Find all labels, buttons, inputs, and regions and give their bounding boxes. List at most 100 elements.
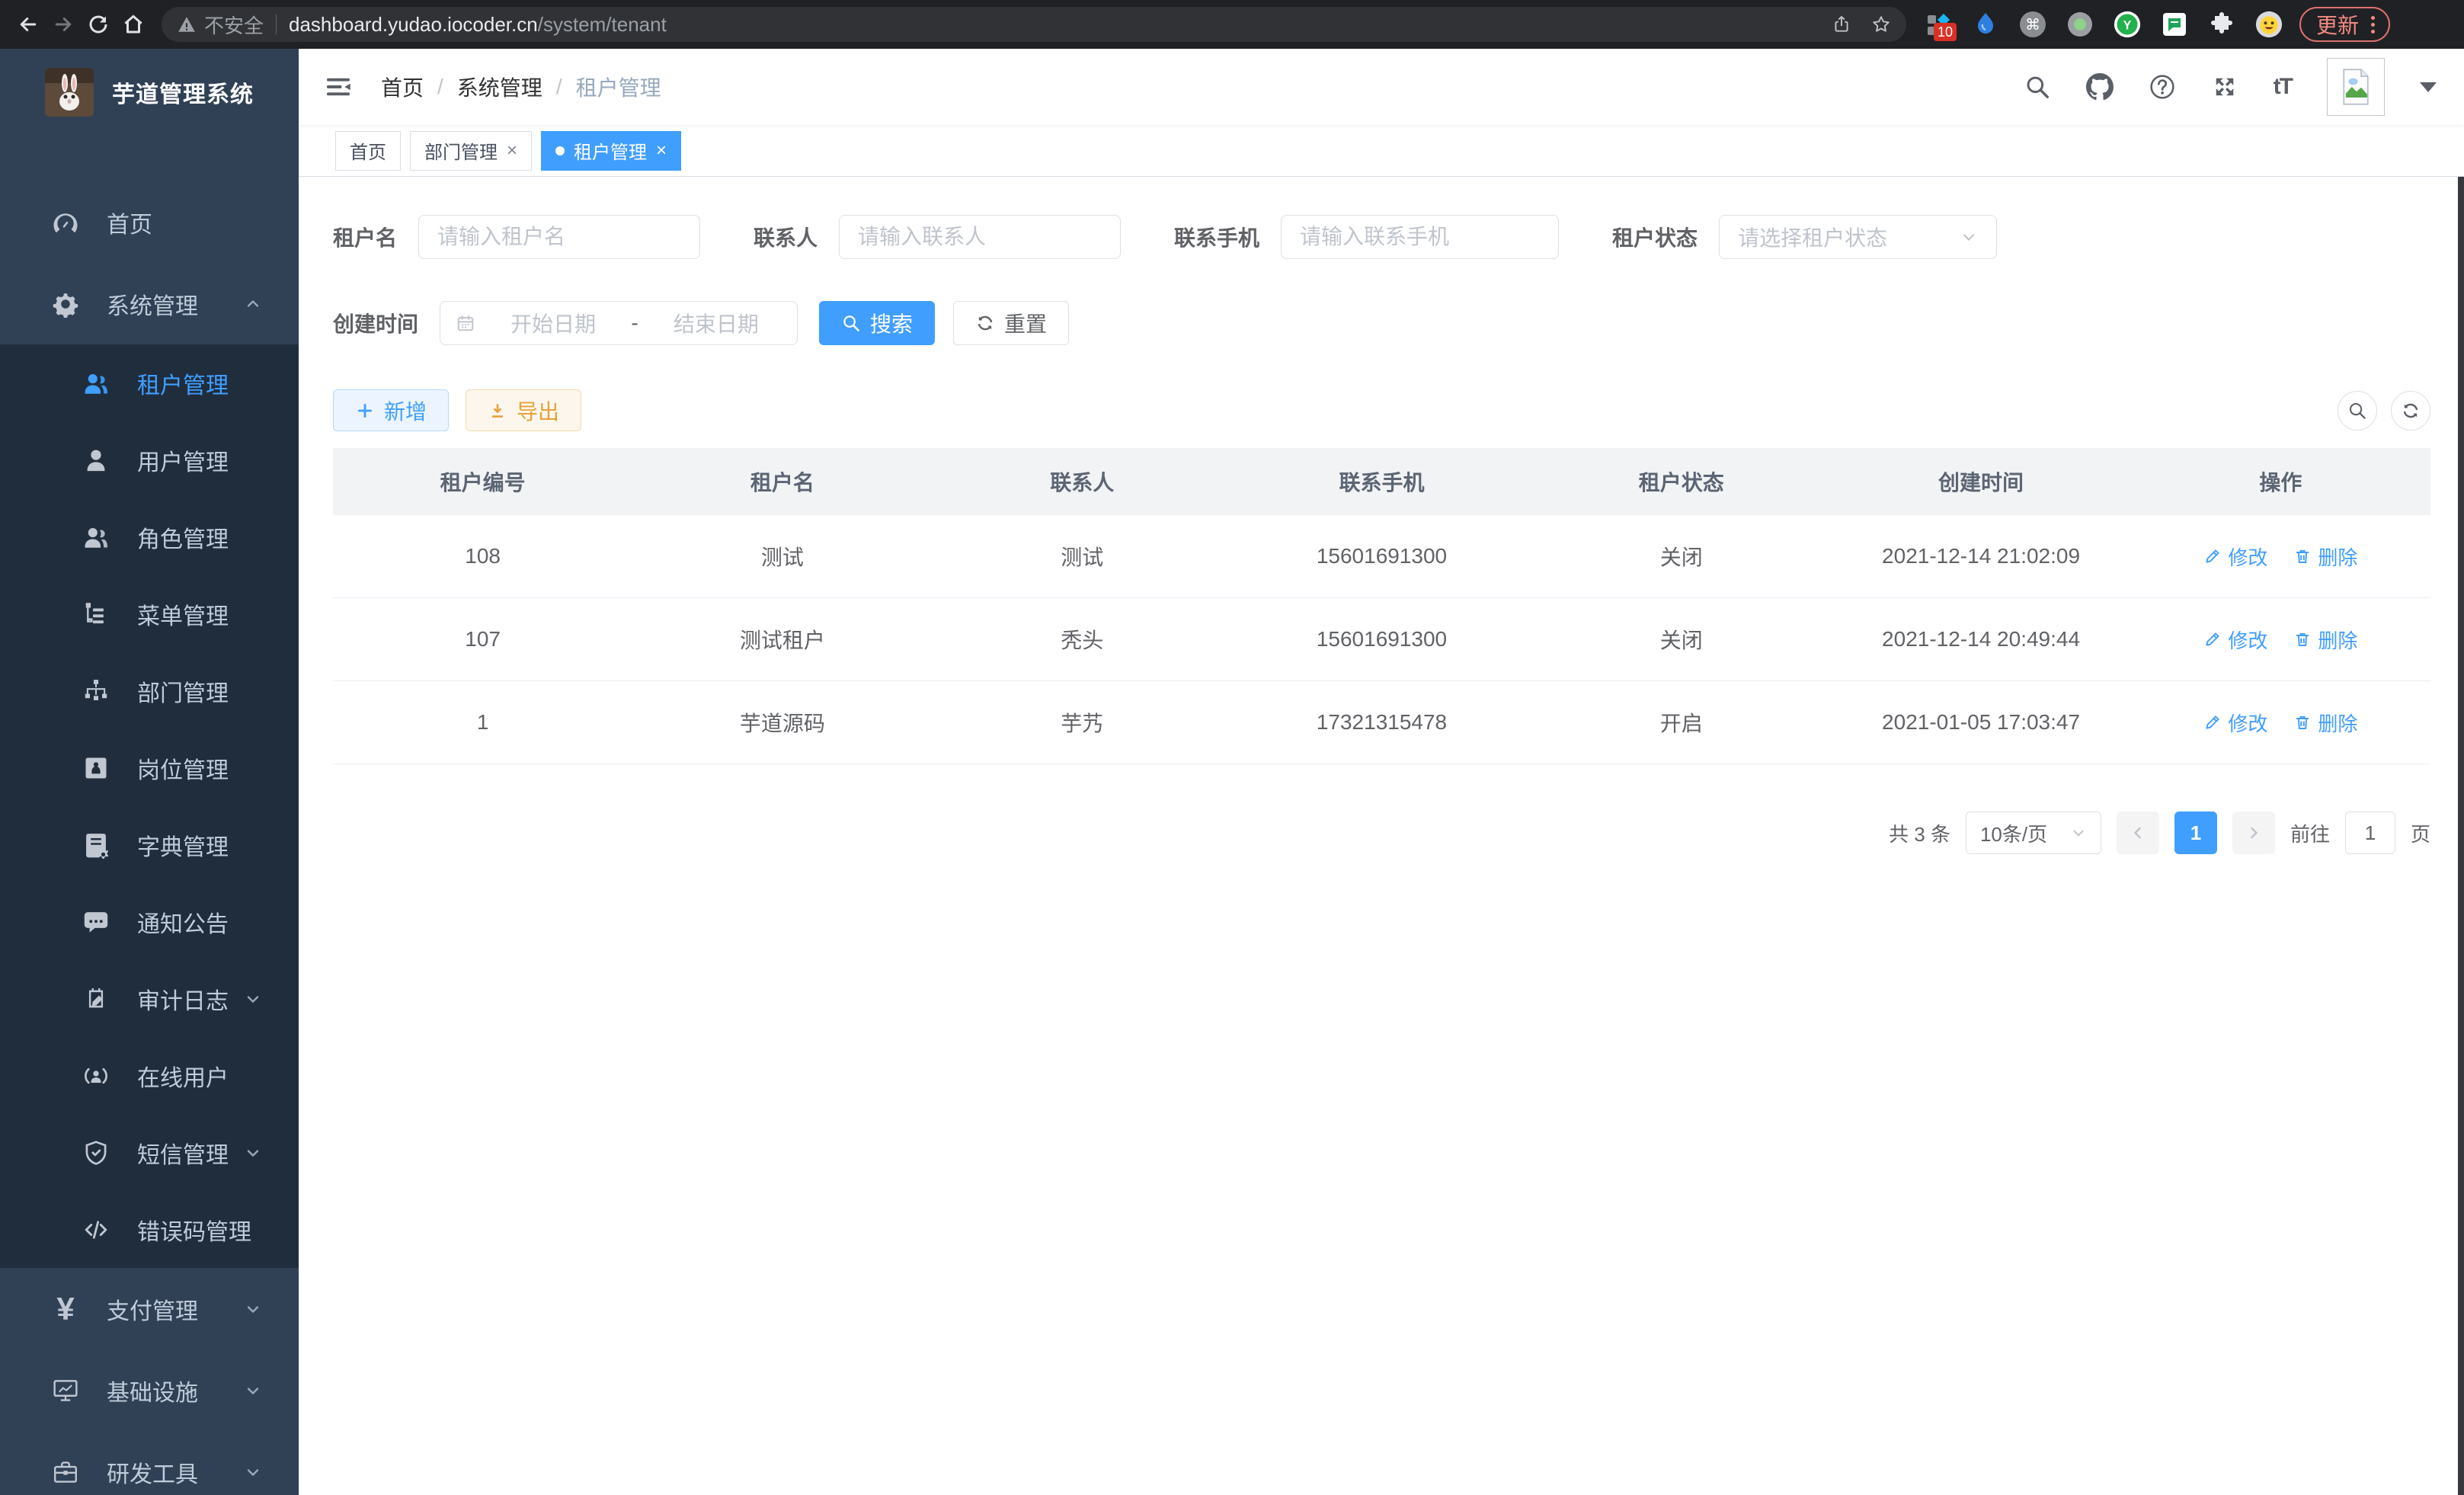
user-icon	[79, 443, 113, 477]
sidebar-item-label: 首页	[107, 206, 152, 239]
cell-name: 测试	[632, 515, 932, 597]
sidebar-item-角色管理[interactable]: 角色管理	[0, 498, 299, 575]
column-header-联系人: 联系人	[933, 448, 1232, 515]
sidebar-item-用户管理[interactable]: 用户管理	[0, 421, 299, 498]
tab-close-icon[interactable]: ×	[656, 142, 667, 160]
home-icon	[122, 13, 145, 36]
url-host[interactable]: dashboard.yudao.iocoder.cn	[289, 13, 538, 37]
reset-button[interactable]: 重置	[953, 301, 1069, 345]
url-path[interactable]: /system/tenant	[538, 13, 667, 37]
app-title: 芋道管理系统	[112, 75, 254, 109]
sidebar-item-label: 部门管理	[137, 674, 229, 708]
fullscreen-button[interactable]	[2211, 73, 2238, 101]
contact-input[interactable]	[858, 225, 1102, 249]
browser-menu-icon[interactable]	[2366, 16, 2379, 34]
sidebar-item-菜单管理[interactable]: 菜单管理	[0, 575, 299, 652]
app-logo-row[interactable]: 芋道管理系统	[0, 49, 299, 136]
browser-back-button[interactable]	[11, 7, 46, 42]
filter-create-time: 创建时间 开始日期 - 结束日期	[333, 301, 798, 345]
breadcrumb-item[interactable]: 系统管理	[457, 72, 542, 102]
export-button[interactable]: 导出	[466, 389, 581, 431]
edit-row-button[interactable]: 修改	[2203, 709, 2267, 737]
security-label[interactable]: 不安全	[204, 11, 264, 39]
bookmark-star-button[interactable]	[1871, 14, 1891, 34]
tenant-name-input[interactable]	[437, 225, 681, 249]
edit-row-button[interactable]: 修改	[2203, 626, 2267, 654]
delete-row-button[interactable]: 删除	[2293, 709, 2357, 737]
drop-icon	[1972, 11, 1999, 38]
tags-view-bar: 首页部门管理×租户管理×	[299, 125, 2464, 177]
mobile-input[interactable]	[1300, 225, 1540, 249]
avatar-dropdown-caret[interactable]	[2420, 82, 2437, 92]
sidebar-item-支付管理[interactable]: ¥支付管理	[0, 1268, 299, 1349]
notice-icon	[79, 905, 113, 939]
tab-部门管理[interactable]: 部门管理×	[410, 131, 532, 171]
sidebar-item-审计日志[interactable]: 审计日志	[0, 960, 299, 1037]
column-header-联系手机: 联系手机	[1232, 448, 1531, 515]
cell-created: 2021-12-14 20:49:44	[1831, 598, 2130, 680]
help-doc-button[interactable]	[2149, 73, 2176, 101]
svg-text:Y: Y	[2123, 18, 2132, 32]
sidebar-item-错误码管理[interactable]: 错误码管理	[0, 1191, 299, 1268]
trash-icon	[2293, 547, 2312, 565]
tab-首页[interactable]: 首页	[335, 131, 401, 171]
chat-icon	[2161, 11, 2188, 38]
page-number-1[interactable]: 1	[2174, 812, 2217, 854]
share-button[interactable]	[1832, 14, 1851, 34]
status-select[interactable]: 请选择租户状态	[1719, 215, 1997, 259]
refresh-table-button[interactable]	[2391, 391, 2430, 431]
sidebar-item-部门管理[interactable]: 部门管理	[0, 652, 299, 729]
sidebar: 芋道管理系统 首页系统管理租户管理用户管理角色管理菜单管理部门管理岗位管理字典管…	[0, 49, 299, 1495]
active-tab-dot	[555, 146, 565, 155]
browser-home-button[interactable]	[116, 7, 151, 42]
top-navbar: 首页/系统管理/租户管理 tT	[299, 49, 2464, 125]
prev-page-button[interactable]	[2117, 812, 2159, 854]
browser-reload-button[interactable]	[81, 7, 116, 42]
sidebar-item-短信管理[interactable]: 短信管理	[0, 1114, 299, 1191]
extension-drop-button[interactable]	[1972, 11, 1999, 38]
sidebar-item-租户管理[interactable]: 租户管理	[0, 344, 299, 421]
browser-forward-button[interactable]	[46, 7, 81, 42]
extension-emoji-button[interactable]	[2255, 11, 2283, 38]
sidebar-item-通知公告[interactable]: 通知公告	[0, 883, 299, 960]
sidebar-menu: 首页系统管理租户管理用户管理角色管理菜单管理部门管理岗位管理字典管理通知公告审计…	[0, 181, 299, 1495]
sidebar-item-研发工具[interactable]: 研发工具	[0, 1431, 299, 1495]
extension-y-button[interactable]: Y	[2114, 11, 2141, 38]
extension-chat-button[interactable]	[2161, 11, 2188, 38]
toggle-search-button[interactable]	[2338, 391, 2377, 431]
extension-grid-button[interactable]: 10	[1925, 11, 1952, 38]
sidebar-item-岗位管理[interactable]: 岗位管理	[0, 729, 299, 806]
search-icon	[841, 313, 861, 333]
roles-icon	[79, 520, 113, 554]
add-button[interactable]: 新增	[333, 389, 449, 431]
extension-puzzle-button[interactable]	[2208, 11, 2235, 38]
url-bar[interactable]: 不安全 dashboard.yudao.iocoder.cn/system/te…	[162, 7, 1906, 42]
search-button[interactable]: 搜索	[819, 301, 935, 345]
breadcrumb-item[interactable]: 首页	[381, 72, 424, 102]
sidebar-item-首页[interactable]: 首页	[0, 181, 299, 263]
delete-label: 删除	[2318, 626, 2357, 654]
page-size-select[interactable]: 10条/页	[1966, 812, 2101, 854]
browser-scrollbar[interactable]	[2458, 49, 2464, 1495]
next-page-button[interactable]	[2232, 812, 2275, 854]
sidebar-collapse-button[interactable]	[322, 70, 355, 104]
sidebar-item-字典管理[interactable]: 字典管理	[0, 806, 299, 883]
sidebar-item-基础设施[interactable]: 基础设施	[0, 1349, 299, 1431]
delete-row-button[interactable]: 删除	[2293, 543, 2357, 571]
sidebar-item-在线用户[interactable]: 在线用户	[0, 1037, 299, 1114]
goto-page-input[interactable]	[2345, 812, 2395, 854]
tab-close-icon[interactable]: ×	[507, 142, 517, 160]
edit-row-button[interactable]: 修改	[2203, 543, 2267, 571]
tab-租户管理[interactable]: 租户管理×	[541, 131, 681, 171]
sidebar-item-系统管理[interactable]: 系统管理	[0, 263, 299, 344]
github-link-button[interactable]	[2086, 73, 2114, 101]
delete-row-button[interactable]: 删除	[2293, 626, 2357, 654]
extension-recorder-button[interactable]	[2066, 11, 2094, 38]
font-size-button[interactable]: tT	[2274, 74, 2292, 100]
date-range-picker[interactable]: 开始日期 - 结束日期	[440, 301, 798, 345]
browser-update-button[interactable]: 更新	[2299, 7, 2390, 42]
filter-row-2: 创建时间 开始日期 - 结束日期 搜索 重置	[333, 301, 2430, 345]
header-search-button[interactable]	[2024, 73, 2051, 101]
avatar[interactable]	[2327, 58, 2385, 116]
extension-command-button[interactable]: ⌘	[2019, 11, 2046, 38]
